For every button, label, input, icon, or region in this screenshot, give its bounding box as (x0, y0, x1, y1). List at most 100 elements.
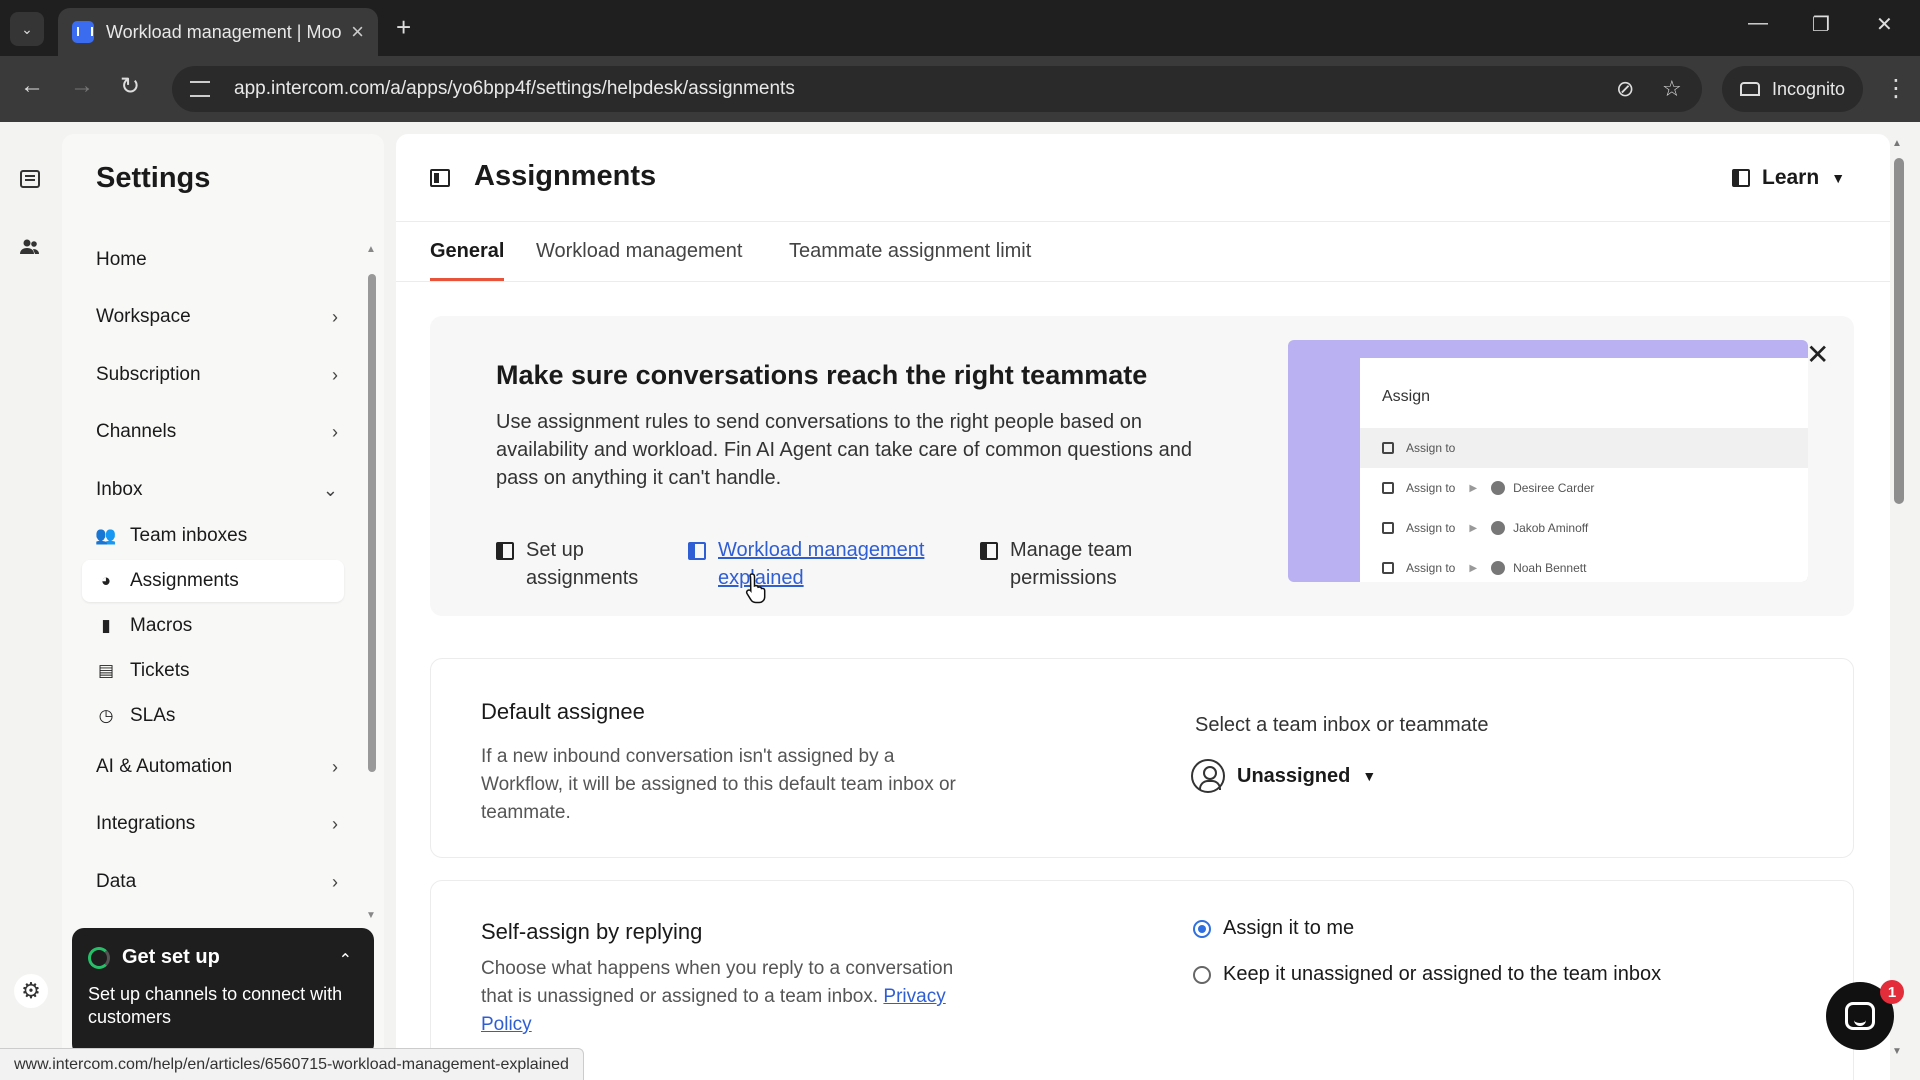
sidebar-item-label: Workspace (96, 306, 191, 327)
bookmark-star-icon[interactable]: ☆ (1662, 76, 1682, 102)
sidebar-item-assignments[interactable]: ◕ Assignments (82, 560, 344, 602)
page-header: Assignments Learn ▼ (396, 134, 1890, 222)
scroll-down-arrow[interactable]: ▼ (366, 910, 376, 921)
sidebar-scrollbar[interactable] (368, 274, 376, 772)
browser-tab[interactable]: Workload management | Moo × (58, 8, 378, 56)
learn-button[interactable]: Learn ▼ (1716, 156, 1861, 200)
sidebar-item-tickets[interactable]: ▤ Tickets (82, 650, 344, 692)
arrow-right-icon: ▶ (1469, 562, 1478, 574)
sidebar-item-channels[interactable]: Channels › (96, 412, 340, 452)
assign-icon (1382, 442, 1394, 454)
bookmark-icon: ▮ (101, 616, 111, 635)
workload-management-explained-link[interactable]: Workload management explained (688, 536, 958, 592)
reload-icon[interactable]: ↻ (120, 72, 140, 101)
ticket-icon: ▤ (97, 661, 115, 680)
browser-tabbar: ⌄ Workload management | Moo × + — ❐ ✕ (0, 0, 1920, 56)
radio-button[interactable] (1193, 965, 1211, 984)
assign-icon (1382, 522, 1394, 534)
get-set-up-card[interactable]: Get set up ⌃ Set up channels to connect … (72, 928, 374, 1056)
preview-row-label: Assign to (1406, 481, 1456, 495)
url-text: app.intercom.com/a/apps/yo6bpp4f/setting… (234, 78, 795, 99)
window-close-icon[interactable]: ✕ (1876, 12, 1893, 37)
forward-icon[interactable]: → (70, 72, 94, 100)
radio-label: Keep it unassigned or assigned to the te… (1223, 963, 1662, 985)
minimize-icon[interactable]: — (1748, 12, 1768, 35)
tab-teammate-assignment-limit[interactable]: Teammate assignment limit (789, 240, 1031, 263)
self-assign-card: Self-assign by replying Choose what happ… (430, 880, 1854, 1080)
person-circle-icon (1191, 759, 1225, 793)
preview-sheet: Assign Assign to Assign to ▶ Desiree Car… (1360, 358, 1808, 582)
people-icon: 👥 (95, 526, 117, 545)
preview-row-label: Assign to (1406, 561, 1456, 575)
scroll-up-arrow[interactable]: ▲ (366, 244, 376, 255)
settings-gear-icon[interactable]: ⚙ (14, 974, 48, 1008)
self-assign-title: Self-assign by replying (481, 919, 703, 944)
sidebar-item-label: Assignments (130, 570, 239, 591)
sidebar-item-label: Tickets (130, 660, 190, 681)
tab-general[interactable]: General (430, 240, 504, 263)
sidebar-item-macros[interactable]: ▮ Macros (82, 605, 344, 647)
chevron-up-icon[interactable]: ⌃ (339, 950, 352, 970)
chevron-right-icon: › (332, 871, 338, 892)
tab-workload-management[interactable]: Workload management (536, 240, 742, 263)
inbox-icon[interactable] (19, 168, 41, 190)
eye-off-icon[interactable]: ⊘ (1616, 76, 1634, 102)
radio-keep-unassigned[interactable]: Keep it unassigned or assigned to the te… (1193, 963, 1661, 986)
sidebar-item-team-inboxes[interactable]: 👥 Team inboxes (82, 515, 344, 557)
sidebar-item-home[interactable]: Home (96, 240, 340, 280)
default-assignee-card: Default assignee If a new inbound conver… (430, 658, 1854, 858)
sidebar-item-workspace[interactable]: Workspace › (96, 297, 340, 337)
main-scroll-down-arrow[interactable]: ▼ (1892, 1046, 1902, 1057)
link-label: Set up assignments (526, 539, 639, 589)
sidebar-item-label: Data (96, 871, 137, 892)
chevron-right-icon: › (332, 364, 338, 385)
sidebar-item-data[interactable]: Data › (96, 862, 340, 902)
restore-icon[interactable]: ❐ (1812, 12, 1830, 37)
sidebar-item-label: Inbox (96, 479, 143, 500)
preview-row: Assign to ▶ Noah Bennett (1360, 548, 1808, 582)
site-info-icon[interactable] (190, 81, 210, 97)
contacts-icon[interactable] (19, 236, 41, 258)
default-assignee-title: Default assignee (481, 699, 645, 724)
main-content: Assignments Learn ▼ General Workload man… (396, 134, 1890, 1080)
back-icon[interactable]: ← (20, 72, 44, 100)
sidebar-item-subscription[interactable]: Subscription › (96, 355, 340, 395)
setup-assignments-link[interactable]: Set up assignments (496, 536, 646, 592)
incognito-label: Incognito (1772, 78, 1846, 99)
assignee-dropdown[interactable]: Unassigned ▼ (1191, 753, 1376, 799)
caret-down-icon: ▼ (1831, 170, 1846, 186)
sidebar-item-label: Team inboxes (130, 525, 248, 546)
self-assign-desc: Choose what happens when you reply to a … (481, 955, 961, 1039)
tab-close-icon[interactable]: × (351, 19, 364, 45)
banner-text: Use assignment rules to send conversatio… (496, 411, 1192, 489)
radio-button-selected[interactable] (1193, 919, 1211, 938)
manage-team-permissions-link[interactable]: Manage team permissions (980, 536, 1180, 592)
sidebar-item-integrations[interactable]: Integrations › (96, 804, 340, 844)
main-scrollbar[interactable] (1894, 158, 1904, 504)
settings-title: Settings (96, 162, 211, 194)
chevron-right-icon: › (332, 306, 338, 327)
sidebar-item-label: AI & Automation (96, 756, 233, 777)
assignment-icon: ◕ (100, 571, 112, 590)
tab-title: Workload management | Moo (106, 21, 342, 42)
caret-down-icon: ▼ (1362, 768, 1377, 784)
link-status-bar: www.intercom.com/help/en/articles/656071… (0, 1048, 584, 1080)
sidebar-item-slas[interactable]: ◷ SLAs (82, 695, 344, 737)
learn-label: Learn (1762, 166, 1820, 189)
sidebar-item-ai-automation[interactable]: AI & Automation › (96, 747, 340, 787)
radio-assign-to-me[interactable]: Assign it to me (1193, 917, 1354, 940)
browser-menu-icon[interactable]: ⋮ (1884, 74, 1908, 103)
tab-search-button[interactable]: ⌄ (10, 12, 44, 46)
avatar (1491, 521, 1506, 535)
main-scroll-up-arrow[interactable]: ▲ (1892, 138, 1902, 149)
new-tab-button[interactable]: + (396, 12, 411, 43)
incognito-indicator[interactable]: Incognito (1722, 66, 1864, 112)
sidebar-item-inbox[interactable]: Inbox ⌄ (96, 470, 340, 510)
preview-row: Assign to ▶ Desiree Carder (1360, 468, 1808, 508)
assign-icon (1382, 482, 1394, 494)
address-bar[interactable]: app.intercom.com/a/apps/yo6bpp4f/setting… (172, 66, 1702, 112)
sidebar-item-label: Channels (96, 421, 177, 442)
banner-close-icon[interactable]: ✕ (1806, 338, 1829, 371)
sidebar-item-label: Subscription (96, 364, 201, 385)
toggle-sidebar-icon[interactable] (430, 169, 450, 187)
